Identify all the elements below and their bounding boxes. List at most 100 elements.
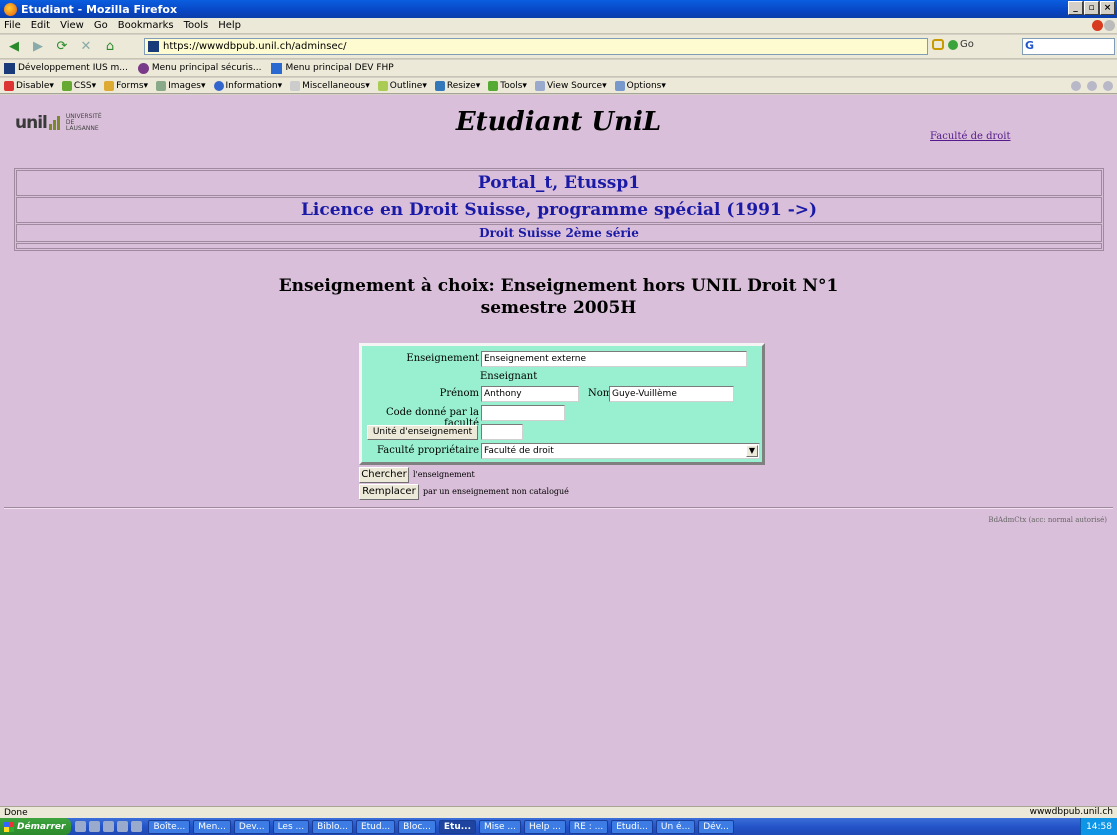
menu-tools[interactable]: Tools [184, 20, 209, 31]
reload-icon[interactable]: ⟳ [52, 38, 72, 56]
dev-disable-menu[interactable]: Disable ▾ [4, 80, 54, 91]
taskbar-item[interactable]: Biblo... [312, 819, 353, 834]
firefox-icon [4, 2, 17, 16]
go-label: Go [960, 39, 974, 50]
dev-view-source-menu[interactable]: View Source ▾ [534, 80, 607, 91]
chercher-button[interactable]: Chercher [359, 467, 409, 483]
taskbar-item[interactable]: Help ... [523, 819, 566, 834]
bookmark-item[interactable]: Menu principal DEV FHP [271, 62, 394, 74]
info-spacer [16, 243, 1102, 249]
status-icon[interactable] [1087, 81, 1097, 91]
taskbar-item[interactable]: Les ... [272, 819, 310, 834]
menu-view[interactable]: View [60, 20, 84, 31]
lock-icon[interactable] [932, 39, 944, 50]
back-icon[interactable]: ◀ [4, 38, 24, 56]
code-field[interactable] [481, 405, 565, 421]
taskbar-item[interactable]: Mise ... [479, 819, 521, 834]
stop-icon[interactable] [1092, 20, 1103, 31]
quick-launch-icon[interactable] [117, 821, 129, 832]
prenom-field[interactable]: Anthony [481, 386, 579, 402]
taskbar-item-active[interactable]: Etu... [438, 819, 476, 834]
dev-status-icons [1071, 81, 1113, 91]
faculty-link[interactable]: Faculté de droit [930, 131, 1011, 142]
section-heading: Enseignement à choix: Enseignement hors … [0, 275, 1117, 319]
window-title: Etudiant - Mozilla Firefox [21, 2, 178, 16]
status-bar: Done wwwdbpub.unil.ch [0, 806, 1117, 818]
dev-css-menu[interactable]: CSS ▾ [61, 80, 96, 91]
series-name: Droit Suisse 2ème série [16, 224, 1102, 242]
stop-nav-icon[interactable]: ✕ [76, 38, 96, 56]
menubar: File Edit View Go Bookmarks Tools Help [0, 18, 1117, 34]
maximize-button[interactable]: ▫ [1084, 1, 1099, 15]
menu-file[interactable]: File [4, 20, 21, 31]
throbber-icon [1104, 20, 1115, 31]
bookmark-icon [4, 62, 15, 74]
chercher-text: l'enseignement [413, 470, 475, 479]
unite-enseignement-button[interactable]: Unité d'enseignement [367, 425, 478, 440]
menu-bookmarks[interactable]: Bookmarks [118, 20, 174, 31]
bookmark-item[interactable]: Menu principal sécuris... [137, 62, 261, 74]
prenom-label: Prénom [439, 388, 479, 399]
url-bar[interactable]: https://wwwdbpub.unil.ch/adminsec/ [144, 38, 928, 55]
unite-field[interactable] [481, 424, 523, 440]
dev-resize-menu[interactable]: Resize ▾ [434, 80, 480, 91]
taskbar-item[interactable]: Etud... [355, 819, 396, 834]
quick-launch-icon[interactable] [89, 821, 101, 832]
quick-launch-icon[interactable] [131, 821, 143, 832]
close-button[interactable]: × [1100, 1, 1115, 15]
dev-information-menu[interactable]: Information ▾ [213, 80, 282, 91]
taskbar-item[interactable]: Etudi... [611, 819, 653, 834]
footer-note: BdAdmCtx (acc: normal autorisé) [988, 516, 1107, 524]
heading-line-2: semestre 2005H [480, 298, 637, 318]
enseignant-label: Enseignant [480, 371, 538, 382]
taskbar-item[interactable]: Bloc... [398, 819, 436, 834]
menu-go[interactable]: Go [94, 20, 108, 31]
dev-outline-menu[interactable]: Outline ▾ [377, 80, 427, 91]
quick-launch-icon[interactable] [103, 821, 115, 832]
taskbar-item[interactable]: Dev... [233, 819, 270, 834]
start-button[interactable]: Démarrer [0, 818, 72, 835]
system-tray: 14:58 [1080, 818, 1117, 835]
taskbar-item[interactable]: Dév... [698, 819, 734, 834]
bookmark-label: Développement IUS m... [18, 63, 128, 73]
menu-help[interactable]: Help [218, 20, 241, 31]
taskbar-item[interactable]: Un é... [655, 819, 696, 834]
taskbar-item[interactable]: Men... [193, 819, 231, 834]
dev-forms-menu[interactable]: Forms ▾ [104, 80, 148, 91]
status-host: wwwdbpub.unil.ch [1029, 807, 1113, 817]
minimize-button[interactable]: _ [1068, 1, 1083, 15]
bookmark-label: Menu principal DEV FHP [285, 63, 394, 73]
taskbar-item[interactable]: Boîte... [148, 819, 191, 834]
home-icon[interactable]: ⌂ [100, 38, 120, 56]
resize-icon [434, 80, 445, 91]
taskbar-item[interactable]: RE : ... [568, 819, 609, 834]
forward-icon[interactable]: ▶ [28, 38, 48, 56]
go-button[interactable]: Go [948, 39, 974, 50]
go-icon [948, 39, 958, 50]
taskbar: Démarrer Boîte... Men... Dev... Les ... … [0, 818, 1117, 835]
tools-icon [488, 80, 499, 91]
search-engine-icon[interactable]: G [1023, 39, 1034, 52]
nom-field[interactable]: Guye-Vuillème [609, 386, 734, 402]
dev-tools-menu[interactable]: Tools ▾ [488, 80, 527, 91]
search-input[interactable]: G [1022, 38, 1115, 55]
view-source-icon [534, 80, 545, 91]
dev-images-menu[interactable]: Images ▾ [156, 80, 206, 91]
status-icon[interactable] [1071, 81, 1081, 91]
dev-miscellaneous-menu[interactable]: Miscellaneous ▾ [290, 80, 370, 91]
bookmark-item[interactable]: Développement IUS m... [4, 62, 128, 74]
dev-label: Forms [116, 80, 144, 91]
web-developer-toolbar: Disable ▾ CSS ▾ Forms ▾ Images ▾ Information… [0, 78, 1117, 94]
miscellaneous-icon [290, 80, 301, 91]
remplacer-text: par un enseignement non catalogué [423, 487, 569, 496]
faculte-select[interactable]: Faculté de droit ▼ [481, 443, 760, 459]
faculte-label: Faculté propriétaire [377, 445, 479, 456]
dev-options-menu[interactable]: Options ▾ [614, 80, 666, 91]
quick-launch-icon[interactable] [75, 821, 87, 832]
enseignement-field[interactable]: Enseignement externe [481, 351, 747, 367]
remplacer-button[interactable]: Remplacer [359, 484, 419, 500]
menu-edit[interactable]: Edit [31, 20, 50, 31]
status-icon[interactable] [1103, 81, 1113, 91]
chevron-down-icon[interactable]: ▼ [746, 445, 758, 457]
url-text: https://wwwdbpub.unil.ch/adminsec/ [163, 41, 347, 52]
